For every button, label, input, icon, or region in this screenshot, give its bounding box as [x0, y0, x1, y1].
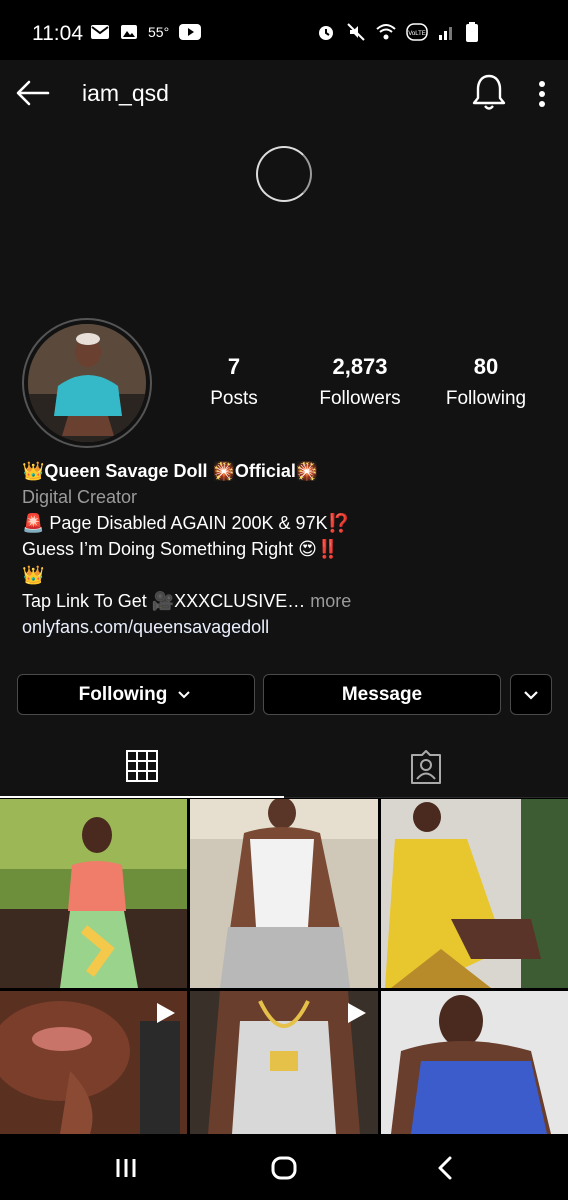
grid-icon [126, 750, 158, 782]
bell-icon [472, 74, 506, 110]
status-bar: 11:04 55° VoLTE [0, 0, 568, 60]
bio-line-3: 👑 [22, 565, 45, 585]
more-vertical-icon [539, 81, 545, 107]
followers-stat[interactable]: 2,873 Followers [295, 354, 425, 410]
status-temperature: 55° [148, 24, 170, 40]
avatar-image [28, 324, 146, 442]
grid-post[interactable] [381, 799, 568, 988]
posts-count: 7 [227, 354, 241, 379]
profile-bio: 👑Queen Savage Doll 🎇Official🎇 Digital Cr… [22, 458, 552, 640]
tagged-icon [411, 749, 441, 784]
signal-icon [439, 27, 452, 40]
profile-category: Digital Creator [22, 487, 138, 507]
grid-post[interactable] [190, 799, 378, 988]
back-button[interactable] [14, 74, 52, 112]
back-icon [438, 1156, 452, 1180]
profile-tabs [0, 736, 568, 798]
bio-line-4: Tap Link To Get 🎥XXXCLUSIVE… [22, 591, 306, 611]
system-nav-bar [0, 1134, 568, 1200]
mail-icon [91, 25, 109, 39]
followers-label: Followers [319, 388, 401, 409]
video-icon [157, 1003, 175, 1023]
profile-section: 7 Posts 2,873 Followers 80 Following 👑Qu… [0, 126, 568, 736]
back-arrow-icon [16, 80, 50, 106]
home-button[interactable] [262, 1146, 306, 1190]
wifi-icon [376, 24, 396, 40]
status-time: 11:04 [32, 22, 83, 45]
message-button[interactable]: Message [263, 674, 501, 715]
svg-text:VoLTE: VoLTE [408, 31, 426, 37]
chevron-down-icon [178, 690, 191, 698]
loading-spinner [256, 146, 312, 202]
post-thumbnail [381, 799, 568, 988]
alarm-icon [319, 26, 333, 40]
bio-line-4-row: Tap Link To Get 🎥XXXCLUSIVE… more [22, 588, 552, 614]
image-icon [121, 25, 137, 39]
grid-post[interactable] [381, 991, 568, 1134]
grid-post[interactable] [190, 991, 378, 1134]
message-button-label: Message [341, 683, 423, 705]
profile-avatar-ring[interactable] [22, 318, 152, 448]
following-button[interactable]: Following [17, 674, 255, 715]
post-thumbnail [0, 799, 187, 988]
bio-more-link[interactable]: more [305, 591, 351, 611]
following-button-label: Following [78, 683, 168, 705]
posts-stat[interactable]: 7 Posts [169, 354, 299, 410]
post-thumbnail [190, 799, 378, 988]
following-count: 80 [473, 354, 499, 379]
more-options-button[interactable] [528, 76, 556, 112]
bio-line-1: 🚨 Page Disabled AGAIN 200K & 97K⁉️ [22, 513, 350, 533]
youtube-icon [179, 24, 202, 40]
tab-tagged[interactable] [284, 736, 568, 798]
back-nav-button[interactable] [424, 1146, 468, 1190]
volte-icon: VoLTE [406, 23, 428, 41]
home-icon [271, 1156, 297, 1180]
followers-count: 2,873 [332, 354, 388, 379]
following-label: Following [445, 388, 527, 409]
notifications-button[interactable] [470, 72, 508, 112]
status-right-icons: VoLTE [316, 22, 478, 42]
mute-icon [347, 23, 365, 41]
profile-display-name: 👑Queen Savage Doll 🎇Official🎇 [22, 461, 319, 481]
grid-post[interactable] [0, 991, 187, 1134]
status-left-icons: 55° [90, 24, 202, 40]
suggested-accounts-button[interactable] [510, 674, 552, 715]
posts-label: Posts [210, 388, 258, 409]
profile-username: iam_qsd [82, 80, 169, 106]
video-icon [348, 1003, 366, 1023]
battery-icon [466, 22, 478, 42]
tab-posts-grid[interactable] [0, 736, 284, 798]
grid-post[interactable] [0, 799, 187, 988]
profile-website-link[interactable]: onlyfans.com/queensavagedoll [22, 614, 552, 640]
recent-apps-icon [116, 1159, 136, 1177]
profile-header: iam_qsd [0, 60, 568, 126]
avatar [28, 324, 146, 442]
chevron-down-icon [524, 690, 538, 700]
post-thumbnail [381, 991, 568, 1134]
bio-line-2: Guess I’m Doing Something Right 😍‼️ [22, 539, 340, 559]
recent-apps-button[interactable] [104, 1146, 148, 1190]
posts-grid [0, 799, 568, 1134]
following-stat[interactable]: 80 Following [421, 354, 551, 410]
